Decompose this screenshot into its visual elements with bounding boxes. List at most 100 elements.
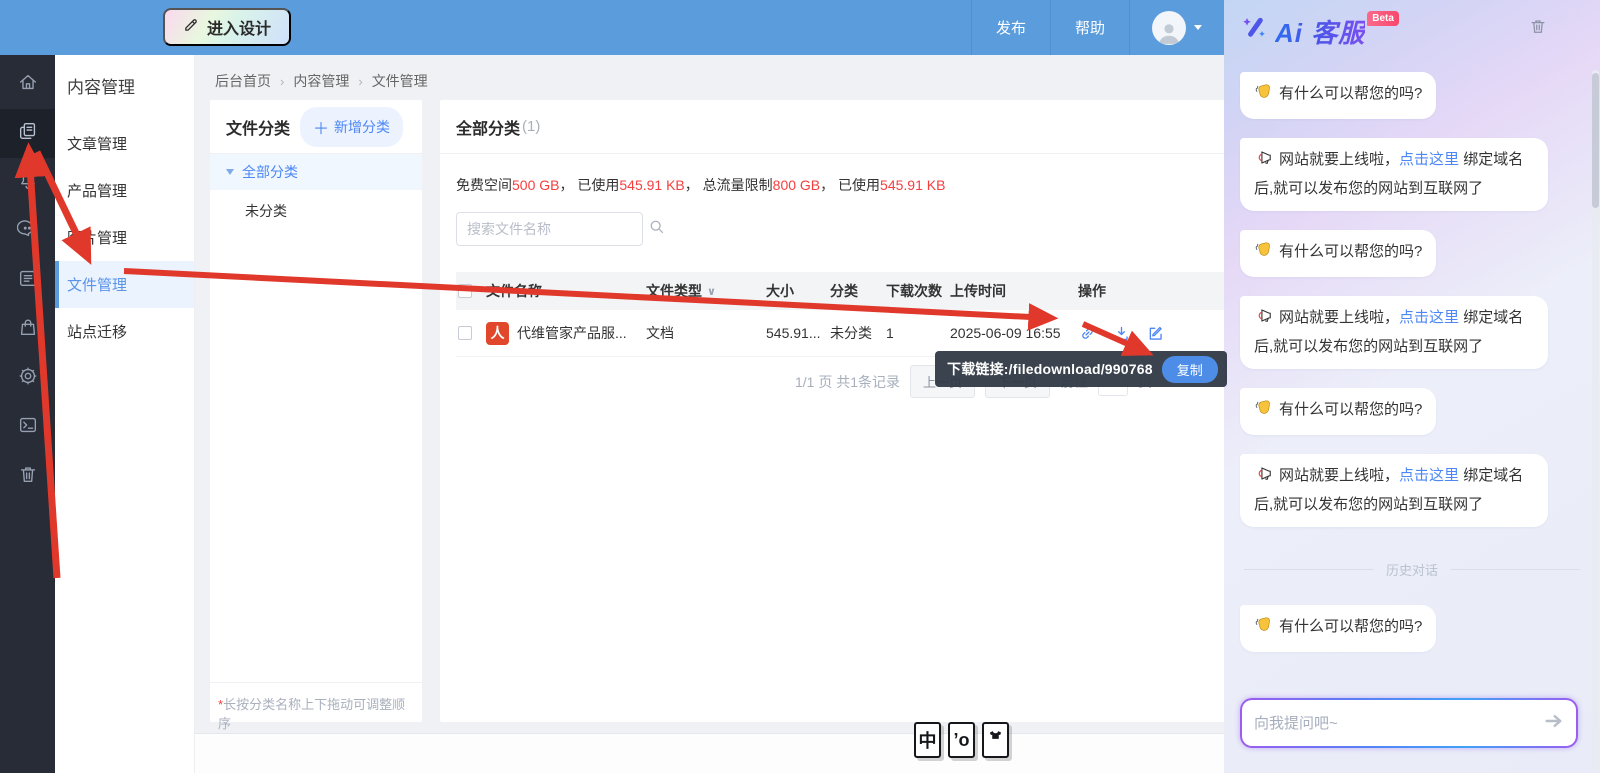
trash-icon: [17, 463, 39, 490]
file-panel-title: 全部分类: [456, 120, 521, 138]
file-search: [456, 212, 664, 246]
chevron-down-icon: [1194, 25, 1202, 30]
category-footer-note: *长按分类名称上下拖动可调整顺序: [210, 682, 422, 731]
ai-logo: Ai 客服: [1275, 13, 1365, 50]
rail-item-mall[interactable]: [0, 305, 55, 354]
ime-toolbar: 中 ’o: [914, 722, 1009, 758]
search-icon[interactable]: [648, 218, 665, 240]
download-link-tooltip: 下载链接:/filedownload/990768 复制: [935, 351, 1227, 387]
avatar: [1152, 10, 1186, 45]
category-panel: 文件分类 ＋ 新增分类 全部分类 未分类 *长按分类名称上下拖动可调整顺序: [210, 100, 422, 731]
rail-item-home[interactable]: [0, 60, 55, 109]
add-category-button[interactable]: ＋ 新增分类: [300, 106, 404, 147]
chevron-down-icon: ∨: [707, 285, 716, 298]
pages-icon: [17, 120, 39, 147]
megaphone-icon: [1254, 148, 1273, 176]
file-name[interactable]: 代维管家产品服...: [517, 323, 627, 343]
tree-node-all-categories[interactable]: 全部分类: [210, 154, 422, 190]
chat-bubble-announcement: 网站就要上线啦，点击这里 绑定域名后,就可以发布您的网站到互联网了: [1240, 296, 1548, 369]
waving-hand-icon: [1254, 82, 1273, 110]
download-link-text: 下载链接:/filedownload/990768: [947, 361, 1153, 377]
tree-node-uncategorized[interactable]: 未分类: [210, 190, 422, 232]
ime-skin-button[interactable]: [982, 722, 1009, 758]
breadcrumb-files: 文件管理: [371, 73, 428, 89]
bind-domain-link[interactable]: 点击这里: [1399, 467, 1459, 484]
list-icon: [17, 267, 39, 294]
clear-chat-icon[interactable]: [1528, 16, 1548, 41]
sidebar-item-files[interactable]: 文件管理: [55, 261, 194, 308]
chat-bubble-greeting: 有什么可以帮您的吗?: [1240, 388, 1437, 435]
ai-input: [1240, 698, 1578, 748]
breadcrumb-content[interactable]: 内容管理: [293, 71, 349, 91]
waving-hand-icon: [1254, 615, 1273, 643]
app-rail: [0, 55, 55, 773]
file-search-input[interactable]: [467, 221, 648, 237]
breadcrumb: 后台首页 › 内容管理 › 文件管理: [215, 71, 428, 91]
rail-item-message[interactable]: [0, 207, 55, 256]
pencil-icon: [183, 16, 200, 38]
bell-icon: [17, 169, 39, 196]
enter-design-button[interactable]: 进入设计: [163, 8, 292, 46]
magic-wand-icon: [1240, 13, 1270, 48]
megaphone-icon: [1254, 464, 1273, 492]
row-checkbox[interactable]: [458, 326, 472, 340]
ai-scrollbar-thumb[interactable]: [1592, 73, 1599, 208]
copy-link-icon[interactable]: [1078, 324, 1097, 343]
ime-punctuation-toggle[interactable]: ’o: [948, 722, 975, 758]
bind-domain-link[interactable]: 点击这里: [1399, 151, 1459, 168]
home-icon: [17, 71, 39, 98]
help-button[interactable]: 帮助: [1049, 0, 1129, 55]
publish-button[interactable]: 发布: [970, 0, 1050, 55]
ai-assistant-panel: Ai 客服 Beta 有什么可以帮您的吗? 网站就要上线啦，点击这里 绑定域名后…: [1224, 0, 1600, 773]
chat-bubble-greeting: 有什么可以帮您的吗?: [1240, 72, 1437, 119]
account-menu[interactable]: [1129, 0, 1224, 55]
top-header: 进入设计 发布 帮助: [0, 0, 1224, 55]
sidebar-title: 内容管理: [67, 78, 135, 97]
rail-item-terminal[interactable]: [0, 403, 55, 452]
pdf-file-icon: 人: [486, 321, 509, 345]
chat-bubble-announcement: 网站就要上线啦，点击这里 绑定域名后,就可以发布您的网站到互联网了: [1240, 138, 1548, 211]
category-panel-title: 文件分类: [226, 120, 291, 138]
edit-icon[interactable]: [1146, 324, 1165, 343]
chat-bubble-announcement: 网站就要上线啦，点击这里 绑定域名后,就可以发布您的网站到互联网了: [1240, 454, 1548, 527]
tree-expand-icon[interactable]: [226, 169, 234, 175]
sidebar-item-migration[interactable]: 站点迁移: [55, 308, 194, 355]
breadcrumb-home[interactable]: 后台首页: [215, 71, 271, 91]
footer-strip: [195, 733, 1224, 773]
select-all-checkbox[interactable]: [458, 284, 472, 298]
content-sidebar: 内容管理 文章管理 产品管理 图片管理 文件管理 站点迁移: [55, 55, 195, 773]
sidebar-item-articles[interactable]: 文章管理: [55, 120, 194, 167]
chat-bubble-icon: [16, 218, 39, 245]
history-divider: 历史对话: [1244, 560, 1580, 579]
rail-item-settings[interactable]: [0, 354, 55, 403]
ai-question-input[interactable]: [1254, 714, 1542, 732]
enter-design-label: 进入设计: [207, 21, 272, 38]
megaphone-icon: [1254, 306, 1273, 334]
waving-hand-icon: [1254, 240, 1273, 268]
rail-item-forms[interactable]: [0, 256, 55, 305]
chat-messages: 有什么可以帮您的吗? 网站就要上线啦，点击这里 绑定域名后,就可以发布您的网站到…: [1224, 50, 1600, 671]
terminal-icon: [17, 414, 39, 441]
sidebar-item-images[interactable]: 图片管理: [55, 214, 194, 261]
file-count: (1): [522, 118, 541, 135]
waving-hand-icon: [1254, 398, 1273, 426]
beta-badge: Beta: [1367, 11, 1399, 26]
copy-button[interactable]: 复制: [1161, 355, 1218, 383]
chat-bubble-greeting: 有什么可以帮您的吗?: [1240, 605, 1437, 652]
column-type-sort[interactable]: 文件类型 ∨: [646, 281, 766, 301]
main-area: 后台首页 › 内容管理 › 文件管理 文件分类 ＋ 新增分类 全部分类 未分类 …: [195, 55, 1404, 773]
plus-icon: ＋: [313, 120, 330, 138]
download-icon[interactable]: [1112, 324, 1131, 343]
sidebar-item-products[interactable]: 产品管理: [55, 167, 194, 214]
shirt-icon: [987, 729, 1004, 751]
rail-item-content[interactable]: [0, 109, 55, 158]
send-icon[interactable]: [1542, 710, 1564, 737]
shopping-bag-icon: [17, 316, 39, 343]
rail-item-design[interactable]: [0, 158, 55, 207]
bind-domain-link[interactable]: 点击这里: [1399, 309, 1459, 326]
pagination-summary: 1/1 页 共1条记录: [795, 373, 901, 390]
rail-item-recycle[interactable]: [0, 452, 55, 501]
gear-icon: [17, 365, 39, 392]
ime-language-toggle[interactable]: 中: [914, 722, 941, 758]
chat-bubble-greeting: 有什么可以帮您的吗?: [1240, 230, 1437, 277]
